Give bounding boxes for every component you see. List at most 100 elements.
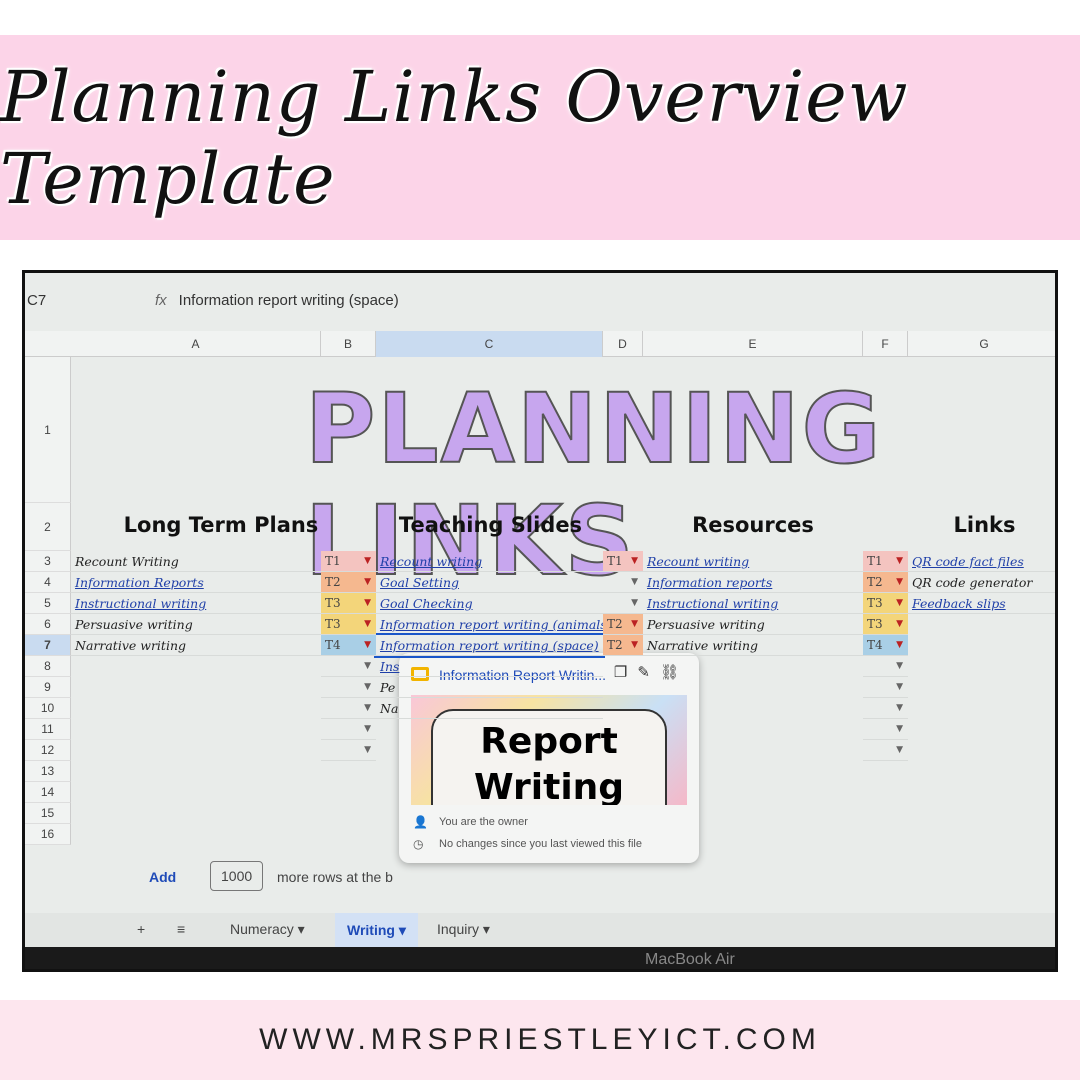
website-url[interactable]: WWW.MRSPRIESTLEYICT.COM: [259, 1023, 821, 1057]
col-e-cell[interactable]: Narrative writing: [643, 635, 863, 656]
dropdown-arrow-icon[interactable]: ▼: [631, 614, 638, 635]
term-dropdown[interactable]: T1 ▼: [863, 551, 908, 572]
term-dropdown[interactable]: ▼: [321, 656, 376, 677]
dropdown-arrow-icon[interactable]: ▼: [364, 614, 371, 635]
col-a-cell[interactable]: Narrative writing: [71, 635, 321, 656]
term-dropdown[interactable]: ▼: [863, 719, 908, 740]
col-c-cell[interactable]: Ins: [376, 656, 603, 677]
dropdown-arrow-icon[interactable]: ▼: [364, 740, 371, 761]
dropdown-arrow-icon[interactable]: ▼: [631, 572, 638, 593]
term-dropdown[interactable]: T2 ▼: [863, 572, 908, 593]
col-a-cell[interactable]: Instructional writing: [71, 593, 321, 614]
copy-icon[interactable]: ❐: [614, 664, 637, 681]
dropdown-arrow-icon[interactable]: ▼: [896, 698, 903, 719]
dropdown-arrow-icon[interactable]: ▼: [631, 551, 638, 572]
dropdown-arrow-icon[interactable]: ▼: [896, 677, 903, 698]
dropdown-arrow-icon[interactable]: ▼: [364, 719, 371, 740]
term-dropdown[interactable]: T4 ▼: [321, 635, 376, 656]
row-header-4[interactable]: 4: [25, 572, 71, 593]
col-e-cell[interactable]: Information reports: [643, 572, 863, 593]
name-box[interactable]: C7: [25, 292, 115, 309]
term-dropdown[interactable]: ▼: [603, 572, 643, 593]
term-dropdown[interactable]: T2 ▼: [603, 635, 643, 656]
term-dropdown[interactable]: ▼: [321, 719, 376, 740]
dropdown-arrow-icon[interactable]: ▼: [896, 593, 903, 614]
dropdown-arrow-icon[interactable]: ▼: [631, 635, 638, 656]
col-g-cell[interactable]: QR code fact files: [908, 551, 1055, 572]
term-dropdown[interactable]: ▼: [863, 656, 908, 677]
dropdown-arrow-icon[interactable]: ▼: [364, 572, 371, 593]
column-header-f[interactable]: F: [863, 331, 908, 357]
unlink-icon[interactable]: ⛓: [660, 664, 689, 681]
term-dropdown[interactable]: T3 ▼: [321, 614, 376, 635]
col-a-cell[interactable]: Persuasive writing: [71, 614, 321, 635]
tab-writing[interactable]: Writing ▾: [335, 913, 418, 947]
row-header-2[interactable]: 2: [25, 503, 71, 551]
col-a-cell[interactable]: Information Reports: [71, 572, 321, 593]
rows-count-input[interactable]: 1000: [210, 861, 264, 891]
row-header-12[interactable]: 12: [25, 740, 71, 761]
term-dropdown[interactable]: ▼: [863, 740, 908, 761]
col-g-cell[interactable]: Feedback slips: [908, 593, 1055, 614]
row-header-8[interactable]: 8: [25, 656, 71, 677]
dropdown-arrow-icon[interactable]: ▼: [896, 635, 903, 656]
dropdown-arrow-icon[interactable]: ▼: [364, 593, 371, 614]
term-dropdown[interactable]: ▼: [863, 698, 908, 719]
row-header-13[interactable]: 13: [25, 761, 71, 782]
dropdown-arrow-icon[interactable]: ▼: [631, 593, 638, 614]
row-header-14[interactable]: 14: [25, 782, 71, 803]
term-dropdown[interactable]: T1 ▼: [603, 551, 643, 572]
col-c-cell[interactable]: Recount writing: [376, 551, 603, 572]
row-header-1[interactable]: 1: [25, 357, 71, 503]
column-header-e[interactable]: E: [643, 331, 863, 357]
col-c-cell[interactable]: Goal Setting: [376, 572, 603, 593]
term-dropdown[interactable]: ▼: [603, 593, 643, 614]
col-c-cell[interactable]: Goal Checking: [376, 593, 603, 614]
col-c-cell[interactable]: Information report writing (animals): [376, 614, 603, 635]
dropdown-arrow-icon[interactable]: ▼: [364, 677, 371, 698]
col-g-cell[interactable]: QR code generator: [908, 572, 1055, 593]
term-dropdown[interactable]: ▼: [321, 677, 376, 698]
row-header-10[interactable]: 10: [25, 698, 71, 719]
term-dropdown[interactable]: T2 ▼: [603, 614, 643, 635]
col-c-cell[interactable]: Information report writing (space): [374, 633, 605, 658]
col-e-cell[interactable]: Persuasive writing: [643, 614, 863, 635]
column-header-g[interactable]: G: [908, 331, 1055, 357]
term-dropdown[interactable]: T3 ▼: [321, 593, 376, 614]
term-dropdown[interactable]: ▼: [321, 698, 376, 719]
formula-input[interactable]: Information report writing (space): [179, 292, 399, 309]
add-rows-button[interactable]: Add: [149, 869, 176, 885]
row-header-7[interactable]: 7: [25, 635, 71, 656]
row-header-16[interactable]: 16: [25, 824, 71, 845]
term-dropdown[interactable]: T4 ▼: [863, 635, 908, 656]
term-dropdown[interactable]: T3 ▼: [863, 614, 908, 635]
add-sheet-button[interactable]: +: [137, 921, 145, 937]
term-dropdown[interactable]: ▼: [321, 740, 376, 761]
dropdown-arrow-icon[interactable]: ▼: [364, 698, 371, 719]
term-dropdown[interactable]: T3 ▼: [863, 593, 908, 614]
all-sheets-button[interactable]: ≡: [177, 921, 185, 937]
column-header-b[interactable]: B: [321, 331, 376, 357]
col-e-cell[interactable]: Recount writing: [643, 551, 863, 572]
tab-inquiry[interactable]: Inquiry ▾: [437, 921, 490, 938]
term-dropdown[interactable]: ▼: [863, 677, 908, 698]
row-header-5[interactable]: 5: [25, 593, 71, 614]
column-header-d[interactable]: D: [603, 331, 643, 357]
dropdown-arrow-icon[interactable]: ▼: [364, 635, 371, 656]
row-header-6[interactable]: 6: [25, 614, 71, 635]
dropdown-arrow-icon[interactable]: ▼: [896, 719, 903, 740]
term-dropdown[interactable]: T1 ▼: [321, 551, 376, 572]
edit-icon[interactable]: ✎: [637, 664, 660, 681]
row-header-9[interactable]: 9: [25, 677, 71, 698]
dropdown-arrow-icon[interactable]: ▼: [896, 656, 903, 677]
dropdown-arrow-icon[interactable]: ▼: [896, 572, 903, 593]
col-c-cell[interactable]: Pe: [376, 677, 603, 698]
col-c-cell[interactable]: Na: [376, 698, 603, 719]
term-dropdown[interactable]: T2 ▼: [321, 572, 376, 593]
dropdown-arrow-icon[interactable]: ▼: [896, 740, 903, 761]
col-e-cell[interactable]: Instructional writing: [643, 593, 863, 614]
dropdown-arrow-icon[interactable]: ▼: [896, 614, 903, 635]
tab-numeracy[interactable]: Numeracy ▾: [230, 921, 305, 938]
col-a-cell[interactable]: Recount Writing: [71, 551, 321, 572]
row-header-11[interactable]: 11: [25, 719, 71, 740]
